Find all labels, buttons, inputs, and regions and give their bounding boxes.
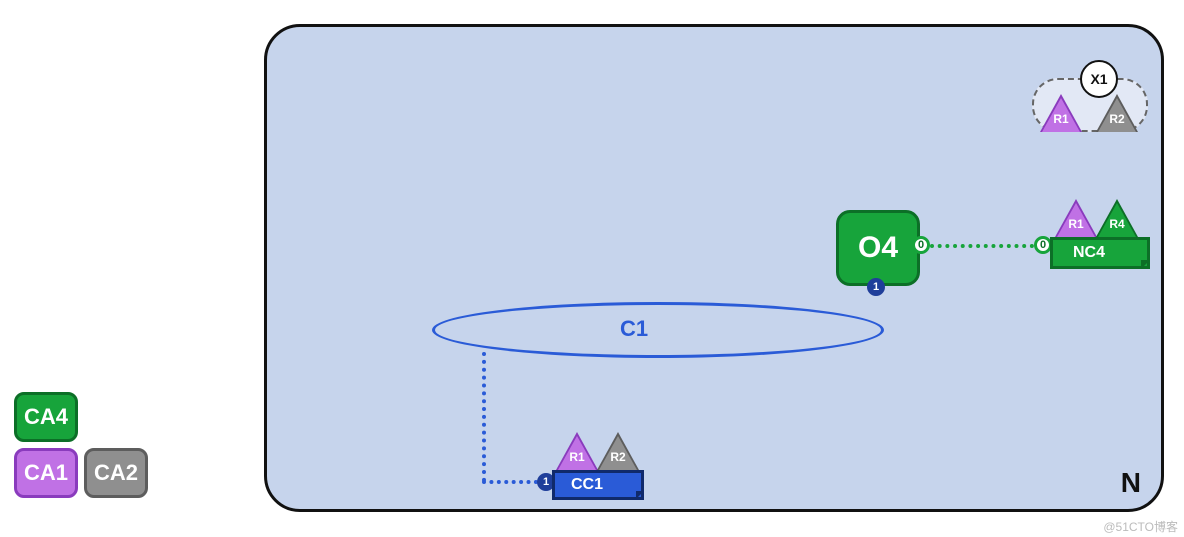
x1-tri-r2: R2 xyxy=(1098,98,1136,132)
x1-circle: X1 xyxy=(1080,60,1118,98)
cc1-fold-icon xyxy=(636,491,644,499)
nc4-tri-r1: R1 xyxy=(1057,203,1095,237)
x1-tri-r2-label: R2 xyxy=(1105,112,1129,126)
node-ca4: CA4 xyxy=(14,392,78,442)
node-ca1: CA1 xyxy=(14,448,78,498)
node-ca2: CA2 xyxy=(84,448,148,498)
o4-port-bottom: 1 xyxy=(867,278,885,296)
nc4-label: NC4 xyxy=(1073,244,1105,262)
edge-c1-cc1-h xyxy=(482,480,538,484)
node-nc4: NC4 xyxy=(1050,237,1150,269)
nc4-tri-r4-label: R4 xyxy=(1105,217,1129,231)
ca4-label: CA4 xyxy=(24,404,68,430)
cc1-label: CC1 xyxy=(571,476,603,494)
container-n-label: N xyxy=(1121,467,1141,499)
container-n: N xyxy=(264,24,1164,512)
cc1-tri-r2-label: R2 xyxy=(606,450,630,464)
cc1-tri-r2: R2 xyxy=(599,436,637,470)
node-o4: O4 xyxy=(836,210,920,286)
edge-c1-cc1-v xyxy=(482,352,486,482)
nc4-fold-icon xyxy=(1141,260,1150,269)
edge-o4-nc4 xyxy=(930,244,1034,248)
diagram-stage: { "container": { "label": "N" }, "ellips… xyxy=(0,0,1184,537)
watermark: @51CTO博客 xyxy=(1103,518,1178,535)
x1-label: X1 xyxy=(1090,71,1107,87)
cc1-tri-r1-label: R1 xyxy=(565,450,589,464)
ellipse-c1 xyxy=(432,302,884,358)
node-cc1: CC1 xyxy=(552,470,644,500)
o4-port-right: 0 xyxy=(912,236,930,254)
nc4-tri-r4: R4 xyxy=(1098,203,1136,237)
ca1-label: CA1 xyxy=(24,460,68,486)
o4-label: O4 xyxy=(858,231,898,265)
nc4-tri-r1-label: R1 xyxy=(1064,217,1088,231)
ellipse-c1-label: C1 xyxy=(620,316,648,342)
x1-tri-r1: R1 xyxy=(1042,98,1080,132)
x1-tri-r1-label: R1 xyxy=(1049,112,1073,126)
ca2-label: CA2 xyxy=(94,460,138,486)
cc1-tri-r1: R1 xyxy=(558,436,596,470)
